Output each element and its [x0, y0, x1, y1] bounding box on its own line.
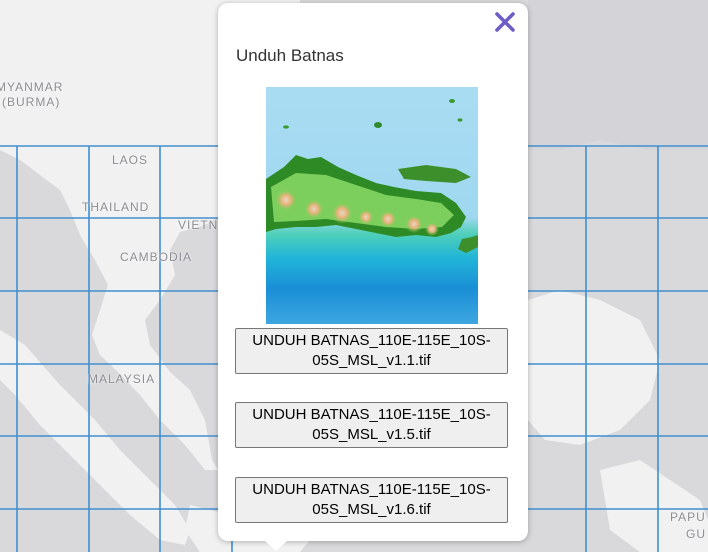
download-button-label: UNDUH BATNAS_110E-115E_10S-05S_MSL_v1.6.… — [252, 481, 491, 518]
download-button-label: UNDUH BATNAS_110E-115E_10S-05S_MSL_v1.5.… — [252, 406, 491, 443]
map-label-papua: PAPU — [670, 510, 706, 524]
download-popup: Unduh Batnas UNDUH BATNAS_110E-115E_10S-… — [218, 3, 528, 541]
popup-title: Unduh Batnas — [236, 46, 344, 65]
map-label-cambodia: CAMBODIA — [120, 250, 193, 264]
download-button-v1-5[interactable]: UNDUH BATNAS_110E-115E_10S-05S_MSL_v1.5.… — [235, 402, 508, 448]
popup-pointer — [264, 540, 288, 551]
map-label-vietnam: VIETN — [178, 218, 219, 232]
batnas-preview-image — [266, 87, 478, 324]
download-button-v1-6[interactable]: UNDUH BATNAS_110E-115E_10S-05S_MSL_v1.6.… — [235, 477, 508, 523]
land-east — [528, 0, 708, 150]
download-button-label: UNDUH BATNAS_110E-115E_10S-05S_MSL_v1.1.… — [252, 332, 491, 369]
map-label-burma: (BURMA) — [2, 95, 61, 109]
map-label-malaysia: MALAYSIA — [88, 372, 156, 386]
close-x-icon[interactable] — [494, 11, 516, 33]
map-label-papua-2: GU — [686, 527, 706, 541]
map-label-thailand: THAILAND — [82, 200, 150, 214]
download-button-v1-1[interactable]: UNDUH BATNAS_110E-115E_10S-05S_MSL_v1.1.… — [235, 328, 508, 374]
map-label-laos: LAOS — [112, 153, 149, 167]
map-label-myanmar: MYANMAR — [0, 80, 64, 94]
